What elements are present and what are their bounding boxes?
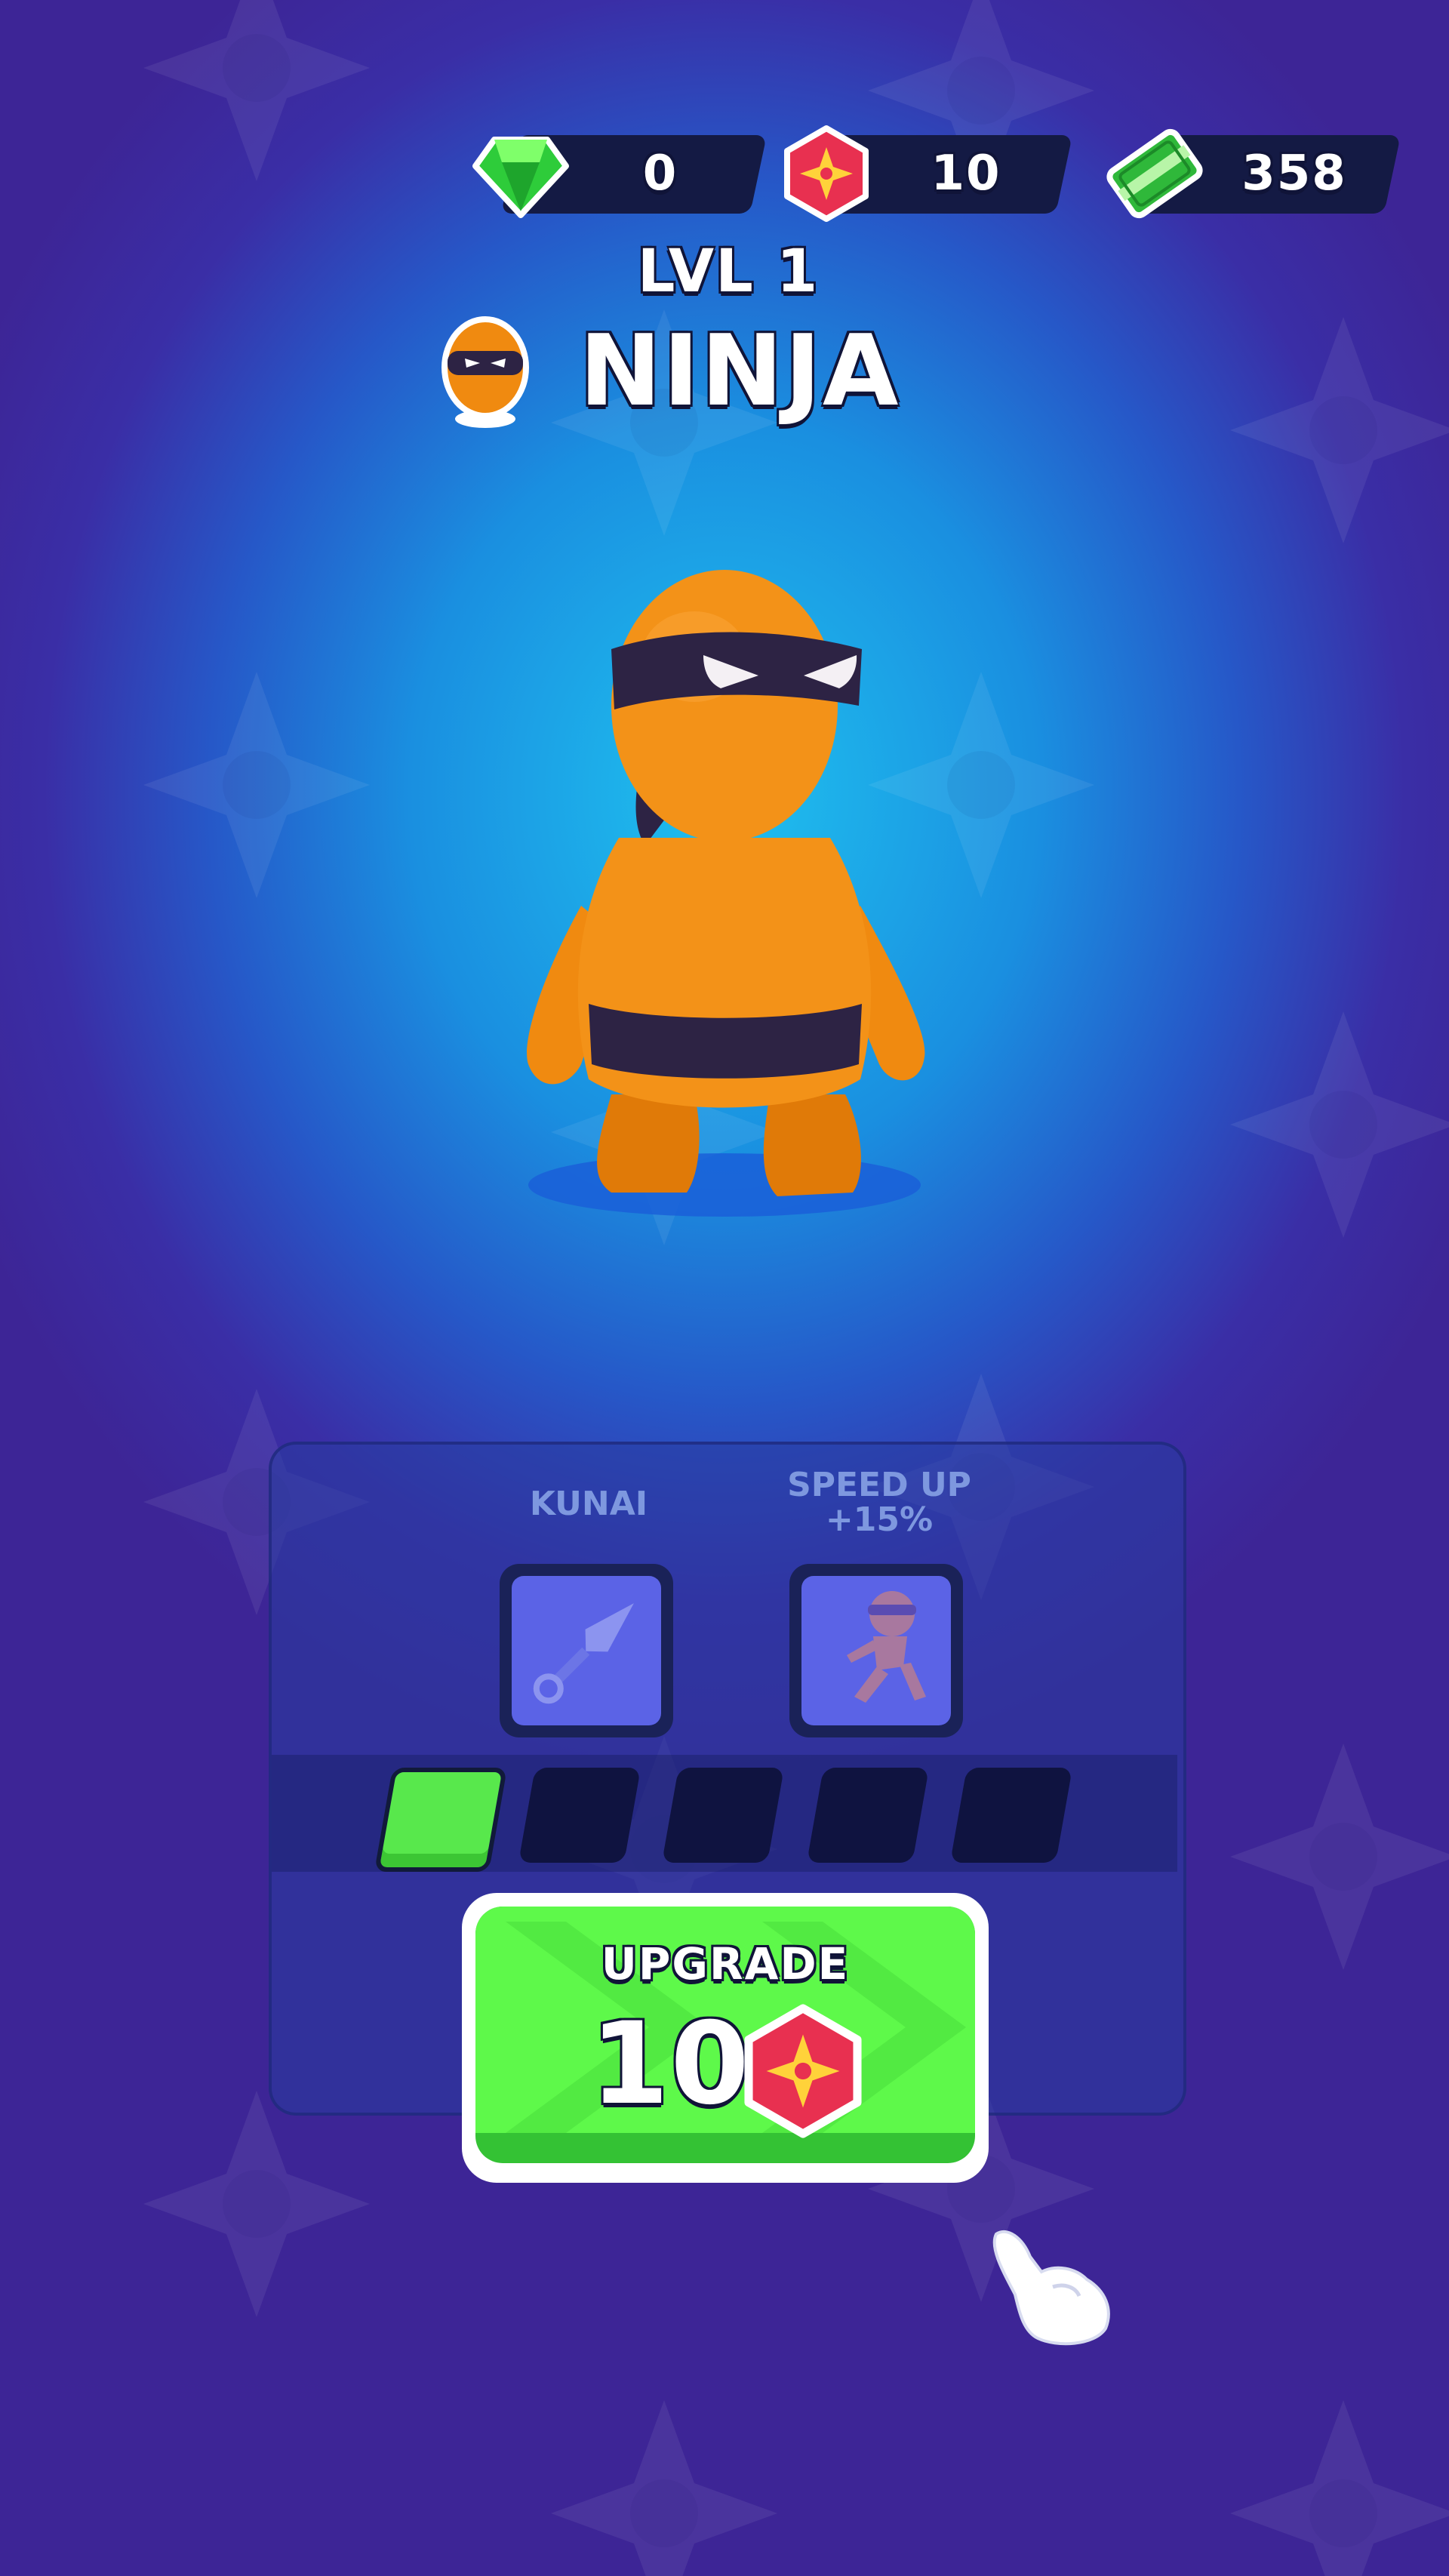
running-ninja-icon [847,1591,926,1703]
level-label: LVL 1 [637,238,820,306]
cash-value: 358 [1241,146,1347,202]
speed-up-label-line2: +15% [825,1500,934,1539]
speed-up-label-line1: SPEED UP [787,1466,971,1504]
progress-segment-1 [374,1768,508,1872]
upgrade-button-label: UPGRADE [601,1938,850,1990]
red-shuriken-badge-icon [744,2004,862,2138]
speed-up-slot[interactable] [789,1564,963,1737]
progress-segment-5 [949,1768,1073,1863]
progress-segment-4 [806,1768,930,1863]
cash-stack-icon [1106,128,1203,219]
kunai-icon [533,1603,634,1704]
pointing-hand-icon [992,2230,1110,2346]
kunai-slot-inner [512,1576,661,1725]
upgrade-cost-value: 10 [590,1999,751,2130]
speed-up-slot-inner [801,1576,951,1725]
progress-segment-2 [518,1768,641,1863]
shuriken-tokens-value: 10 [931,146,1001,202]
speed-up-label: SPEED UP +15% [755,1468,1004,1537]
upgrade-button[interactable]: UPGRADE 10 [462,1893,989,2183]
kunai-label: KUNAI [529,1485,648,1523]
ninja-head-icon [441,316,529,428]
kunai-slot[interactable] [500,1564,673,1737]
progress-segment-3 [661,1768,785,1863]
green-gem-icon [472,137,569,218]
gems-value: 0 [642,146,678,202]
red-shuriken-badge-icon [784,125,869,222]
ninja-character[interactable] [498,521,951,1238]
character-name: NINJA [579,313,900,428]
